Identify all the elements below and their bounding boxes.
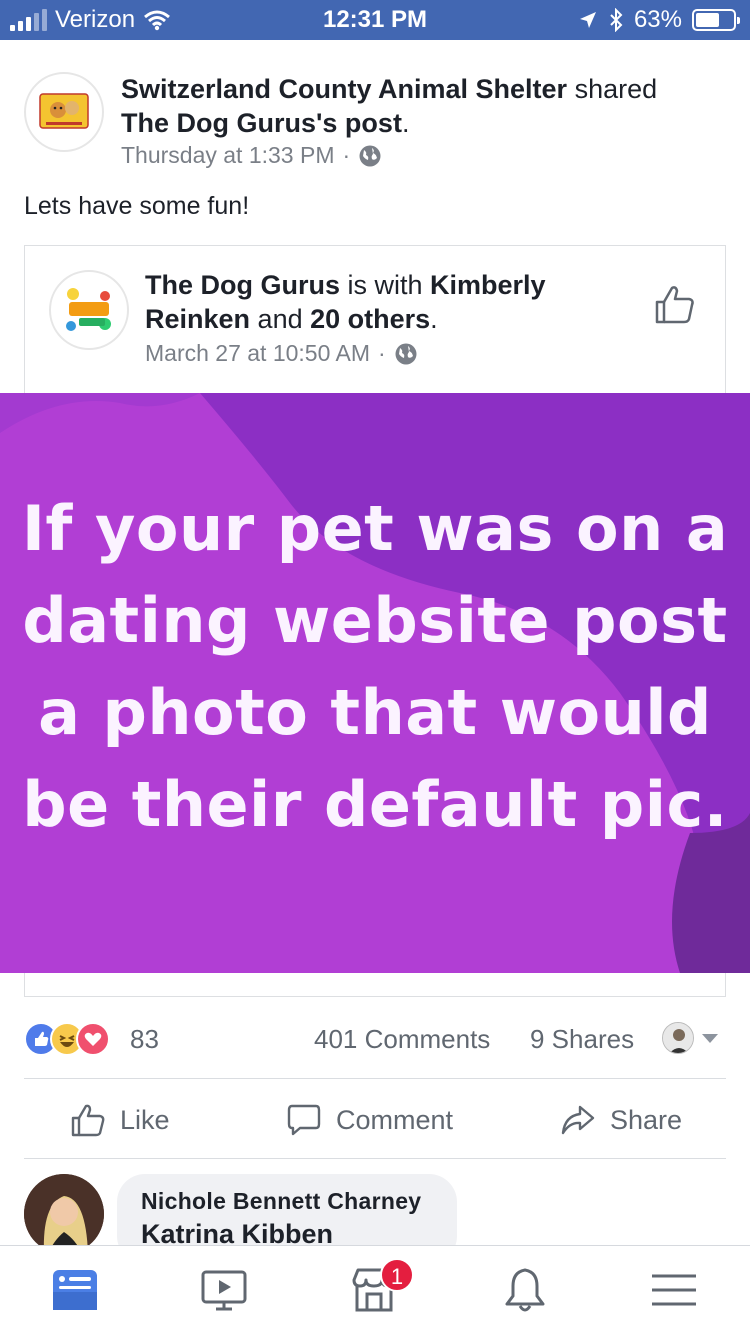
- shared-post-meta: March 27 at 10:50 AM ·: [145, 340, 418, 367]
- shared-image[interactable]: If your pet was on a dating website post…: [0, 393, 750, 973]
- meta-separator: ·: [342, 142, 351, 168]
- hamburger-menu-icon: [652, 1274, 696, 1306]
- video-icon: [201, 1270, 247, 1311]
- location-arrow-icon: [579, 12, 596, 28]
- comment-bubble-icon: [287, 1104, 321, 1136]
- reaction-count[interactable]: 83: [130, 1024, 159, 1055]
- commenter-name[interactable]: Nichole Bennett Charney: [141, 1188, 433, 1215]
- image-text-line: be their default pic.: [22, 768, 728, 841]
- shared-post-timestamp[interactable]: March 27 at 10:50 AM: [145, 340, 370, 367]
- globe-icon: [359, 145, 381, 166]
- bottom-tab-bar: 1: [0, 1245, 750, 1334]
- reactions-bar: 83 401 Comments 9 Shares: [24, 1020, 726, 1060]
- shared-author-link[interactable]: The Dog Gurus: [145, 270, 340, 300]
- dog-gurus-avatar[interactable]: [49, 270, 129, 350]
- tab-watch[interactable]: [198, 1264, 250, 1316]
- share-button[interactable]: Share: [560, 1102, 682, 1138]
- tab-menu[interactable]: [648, 1264, 700, 1316]
- shared-meta-separator: ·: [378, 340, 386, 366]
- status-right: 63%: [578, 6, 740, 34]
- title-period: .: [401, 108, 410, 138]
- bell-icon: [505, 1268, 545, 1312]
- battery-icon: [692, 9, 740, 31]
- and-text: and: [250, 304, 311, 334]
- battery-percent: 63%: [633, 6, 682, 33]
- shared-verb: shared: [567, 74, 658, 104]
- share-arrow-icon: [561, 1105, 595, 1135]
- comments-count[interactable]: 401 Comments: [314, 1024, 490, 1055]
- author-link[interactable]: Switzerland County Animal Shelter: [121, 74, 567, 104]
- shared-post-title: The Dog Gurus is with Kimberly Reinken a…: [145, 268, 595, 336]
- tab-news-feed[interactable]: [49, 1264, 101, 1316]
- post-timestamp[interactable]: Thursday at 1:33 PM: [121, 142, 335, 169]
- image-text-line: a photo that would: [38, 676, 712, 749]
- like-button[interactable]: Like: [70, 1102, 170, 1138]
- globe-icon: [395, 343, 417, 364]
- viewer-avatar[interactable]: [662, 1022, 694, 1054]
- image-text-line: dating website post: [22, 584, 728, 657]
- battery-fill: [696, 13, 719, 27]
- image-caption: If your pet was on a dating website post…: [0, 483, 750, 851]
- shares-count[interactable]: 9 Shares: [530, 1024, 634, 1055]
- thumbs-up-icon[interactable]: [653, 282, 697, 326]
- thumbs-up-icon: [71, 1104, 105, 1137]
- comment-label: Comment: [336, 1104, 454, 1135]
- tab-marketplace[interactable]: 1: [348, 1258, 414, 1316]
- divider: [24, 1078, 726, 1079]
- bluetooth-icon: [610, 8, 623, 32]
- dog-gurus-logo-icon: [59, 280, 119, 340]
- image-text-line: If your pet was on a: [21, 492, 729, 565]
- comment-button[interactable]: Comment: [286, 1102, 453, 1138]
- shared-title-period: .: [430, 304, 438, 334]
- love-reaction-icon: [76, 1022, 110, 1056]
- chevron-down-icon[interactable]: [702, 1034, 718, 1043]
- post-title: Switzerland County Animal Shelter shared…: [121, 72, 711, 140]
- post-message: Lets have some fun!: [24, 192, 250, 220]
- like-label: Like: [120, 1104, 170, 1135]
- shelter-logo-icon: [39, 93, 89, 129]
- reaction-icons[interactable]: [24, 1022, 110, 1056]
- shelter-avatar[interactable]: [24, 72, 104, 152]
- share-label: Share: [610, 1104, 683, 1135]
- news-feed-icon: [53, 1270, 97, 1310]
- post-meta: Thursday at 1:33 PM ·: [121, 142, 382, 169]
- tab-notifications[interactable]: [499, 1264, 551, 1316]
- others-link[interactable]: 20 others: [310, 304, 430, 334]
- with-text: is with: [340, 270, 431, 300]
- shared-source-link[interactable]: The Dog Gurus's post: [121, 108, 402, 138]
- divider: [24, 1158, 726, 1159]
- marketplace-badge: 1: [380, 1258, 414, 1292]
- commenter-avatar[interactable]: [24, 1174, 104, 1254]
- post-actions: Like Comment Share: [24, 1080, 726, 1158]
- status-bar: Verizon 12:31 PM 63%: [0, 0, 750, 40]
